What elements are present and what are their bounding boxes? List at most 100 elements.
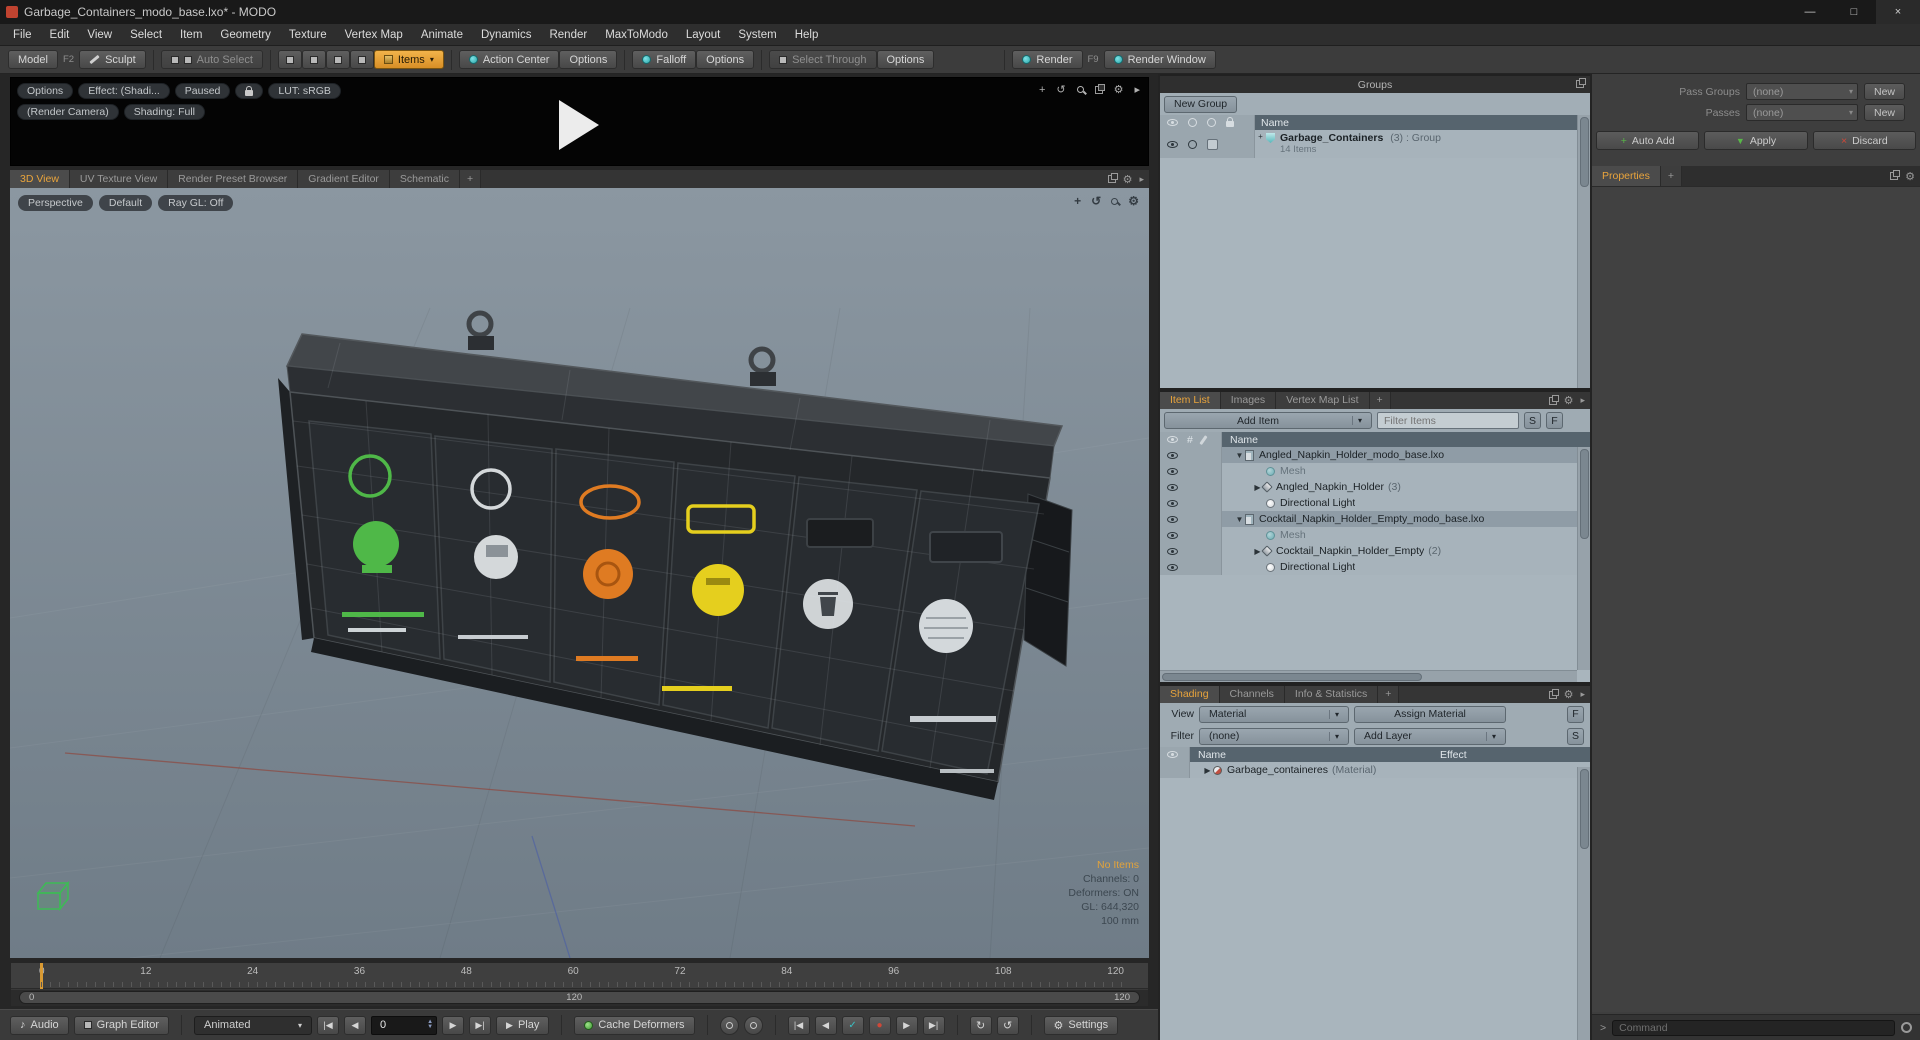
render-column-icon[interactable] (1188, 118, 1197, 127)
assign-material-button[interactable]: Assign Material (1354, 705, 1506, 723)
expander-icon[interactable]: ▼ (1234, 451, 1245, 460)
timeline[interactable]: 01224364860728496108120 0 120 120 (10, 962, 1149, 1006)
model-layout-button[interactable]: Model (8, 50, 58, 69)
add-key-button[interactable]: ● (868, 1015, 891, 1035)
item-row-directional-light[interactable]: Directional Light (1160, 559, 1590, 575)
menu-item-dynamics[interactable]: Dynamics (472, 24, 540, 46)
preview-effect-button[interactable]: Effect: (Shadi... (78, 83, 170, 99)
filter-button[interactable]: F (1546, 412, 1563, 429)
new-pass-group-button[interactable]: New (1864, 83, 1906, 100)
graph-editor-button[interactable]: Graph Editor (73, 1015, 170, 1035)
visibility-eye-icon[interactable] (1167, 547, 1178, 555)
tab-images[interactable]: Images (1220, 392, 1277, 409)
polygons-mode-button[interactable] (325, 50, 350, 69)
visibility-eye-icon[interactable] (1167, 515, 1178, 523)
shader-row-material[interactable]: ▶ Garbage_containeres (Material) (1160, 762, 1590, 778)
scrollbar-thumb[interactable] (1580, 117, 1589, 187)
add-item-dropdown[interactable]: Add Item ▾ (1164, 412, 1372, 429)
passes-dropdown[interactable]: (none) ▾ (1746, 104, 1858, 121)
groups-scrollbar[interactable] (1577, 115, 1590, 388)
discard-button[interactable]: × Discard (1812, 131, 1916, 150)
tab-channels[interactable]: Channels (1219, 686, 1285, 703)
render-window-button[interactable]: Render Window (1103, 50, 1216, 69)
hash-column-icon[interactable]: # (1187, 434, 1193, 446)
command-history-icon[interactable] (1901, 1022, 1912, 1033)
tab-item-list[interactable]: Item List (1160, 392, 1221, 409)
item-row-scene-1[interactable]: ▼ Angled_Napkin_Holder_modo_base.lxo (1160, 447, 1590, 463)
action-center-button[interactable]: Action Center (458, 50, 560, 69)
add-tab-button[interactable]: + (459, 170, 482, 188)
gear-icon[interactable]: ⚙ (1564, 688, 1574, 701)
tab-properties[interactable]: Properties (1592, 166, 1661, 186)
auto-select-button[interactable]: Auto Select (160, 50, 263, 69)
menu-item-geometry[interactable]: Geometry (211, 24, 280, 46)
preview-play-icon[interactable] (559, 100, 599, 150)
menu-item-animate[interactable]: Animate (412, 24, 472, 46)
panel-menu-icon[interactable]: ▸ (1580, 395, 1585, 406)
pass-groups-dropdown[interactable]: (none) ▾ (1746, 83, 1858, 100)
playhead[interactable] (40, 963, 43, 989)
menu-item-texture[interactable]: Texture (280, 24, 336, 46)
perspective-view-button[interactable]: Perspective (18, 195, 93, 211)
menu-item-item[interactable]: Item (171, 24, 211, 46)
raygl-button[interactable]: Ray GL: Off (158, 195, 234, 211)
visibility-eye-icon[interactable] (1167, 467, 1178, 475)
filter-items-input[interactable] (1377, 412, 1519, 429)
select-through-button[interactable]: Select Through (769, 50, 877, 69)
gear-icon[interactable]: ⚙ (1564, 394, 1574, 407)
pan-icon[interactable]: + (1074, 194, 1081, 208)
shading-scrollbar[interactable] (1577, 767, 1590, 1040)
panel-menu-icon[interactable]: ▸ (1580, 689, 1585, 700)
play-button[interactable]: ▶ Play (496, 1015, 550, 1035)
apply-button[interactable]: ▼ Apply (1704, 131, 1808, 150)
previous-key-button[interactable]: |◀ (787, 1015, 810, 1035)
new-group-button[interactable]: New Group (1164, 95, 1238, 113)
pan-icon[interactable]: + (1039, 84, 1045, 96)
timeline-range-slider[interactable]: 0 120 120 (19, 991, 1140, 1004)
render-button[interactable]: Render (1012, 50, 1083, 69)
expand-panel-icon[interactable] (1576, 78, 1586, 88)
cache-deformers-button[interactable]: Cache Deformers (574, 1015, 695, 1035)
menu-item-view[interactable]: View (78, 24, 121, 46)
item-row-mesh[interactable]: Mesh (1160, 527, 1590, 543)
visibility-eye-icon[interactable] (1167, 499, 1178, 507)
visibility-eye-icon[interactable] (1167, 483, 1178, 491)
next-frame-button[interactable]: ▶ (442, 1015, 465, 1035)
vertices-mode-button[interactable] (277, 50, 302, 69)
preview-lock-button[interactable] (235, 83, 264, 99)
tab-uv-texture-view[interactable]: UV Texture View (69, 170, 169, 188)
add-tab-button[interactable]: + (1660, 166, 1682, 186)
timeline-ruler[interactable]: 01224364860728496108120 (11, 963, 1148, 989)
preview-camera-button[interactable]: (Render Camera) (17, 104, 119, 120)
next-key-step-button[interactable]: ▶ (895, 1015, 918, 1035)
materials-mode-button[interactable] (349, 50, 374, 69)
add-tab-button[interactable]: + (1369, 392, 1391, 409)
expand-panel-icon[interactable] (1548, 394, 1559, 405)
actor-button[interactable] (719, 1015, 739, 1035)
shading-style-button[interactable]: Default (98, 195, 153, 211)
next-key-button[interactable]: ▶| (922, 1015, 945, 1035)
preview-shading-button[interactable]: Shading: Full (123, 104, 205, 120)
timeline-settings-button[interactable]: ⚙ Settings (1043, 1015, 1119, 1035)
auto-key-toggle[interactable]: ✓ (841, 1015, 864, 1035)
select-through-options-button[interactable]: Options (876, 50, 935, 69)
lock-column-icon[interactable] (1226, 117, 1234, 127)
audio-button[interactable]: ♪ Audio (10, 1015, 69, 1035)
expand-panel-icon[interactable] (1548, 688, 1559, 699)
maximize-button[interactable]: □ (1832, 0, 1876, 24)
sculpt-button[interactable]: Sculpt (79, 50, 146, 69)
loop-playback-button[interactable]: ↻ (969, 1015, 992, 1035)
tab-info-statistics[interactable]: Info & Statistics (1284, 686, 1379, 703)
scrollbar-thumb[interactable] (1580, 449, 1589, 539)
preview-options-button[interactable]: Options (17, 83, 74, 99)
shader-filter-dropdown[interactable]: (none) ▾ (1199, 727, 1349, 745)
visibility-eye-icon[interactable] (1167, 531, 1178, 539)
previous-frame-button[interactable]: ◀ (344, 1015, 367, 1035)
filter-column-icon[interactable] (1207, 118, 1216, 127)
3d-viewport[interactable]: Perspective Default Ray GL: Off + ↺ ⚙ No… (10, 188, 1149, 958)
prev-key-step-button[interactable]: ◀ (814, 1015, 837, 1035)
preview-paused-button[interactable]: Paused (174, 83, 231, 99)
visibility-column-icon[interactable] (1167, 119, 1178, 126)
edges-mode-button[interactable] (301, 50, 326, 69)
tab-render-preset-browser[interactable]: Render Preset Browser (168, 170, 299, 188)
